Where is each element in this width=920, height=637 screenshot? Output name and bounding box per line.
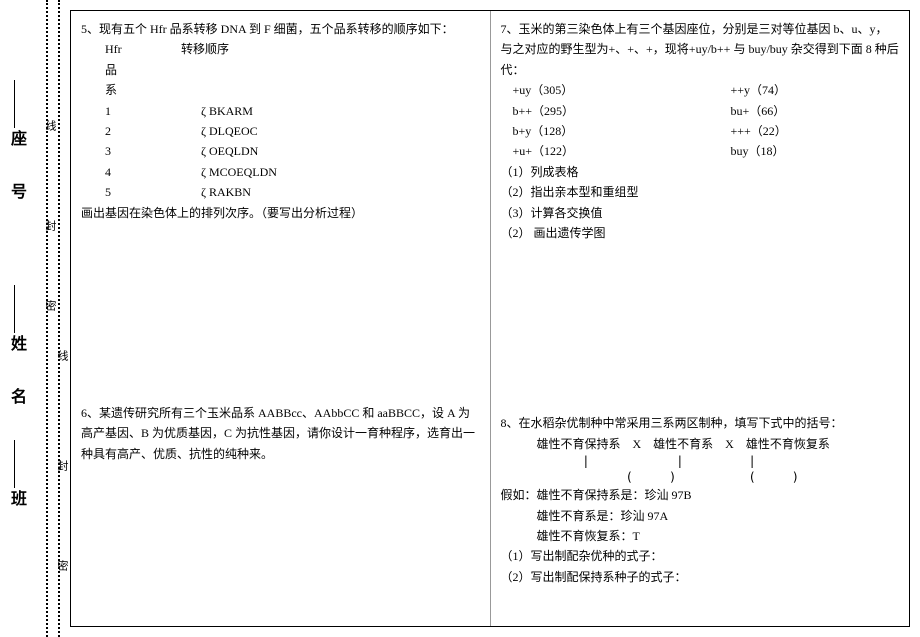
right-column: 7、玉米的第三染色体上有三个基因座位，分别是三对等位基因 b、u、y，与之对应的… [491,11,910,626]
q5-row-n: 4 [81,162,121,182]
q8-line1: 雄性不育保持系 X 雄性不育系 X 雄性不育恢复系 [501,434,900,454]
seal-text: 密 [54,560,70,571]
seal-text: 封 [54,460,70,471]
q6-text: 6、某遗传研究所有三个玉米品系 AABBcc、AAbbCC 和 aaBBCC，设… [81,403,480,464]
label-seat: 座 号 [4,130,28,209]
left-column: 5、现有五个 Hfr 品系转移 DNA 到 F 细菌，五个品系转移的顺序如下： … [71,11,490,626]
q7-title: 7、玉米的第三染色体上有三个基因座位，分别是三对等位基因 b、u、y，与之对应的… [501,19,900,80]
q5-row-seq: ζ BKARM [201,101,253,121]
q8-title: 8、在水稻杂优制种中常采用三系两区制种，填写下式中的括号： [501,413,900,433]
q7-data: ++y（74） [731,80,851,100]
q5-row-seq: ζ DLQEOC [201,121,258,141]
q5-title: 5、现有五个 Hfr 品系转移 DNA 到 F 细菌，五个品系转移的顺序如下： [81,19,480,39]
dotted-line-2 [58,0,60,637]
q7-item: （2） 画出遗传学图 [501,223,900,243]
q7-item: （1）列成表格 [501,162,900,182]
binding-strip: 座 号 姓 名 班 线 封 密 线 封 密 [0,0,70,637]
q5-row-seq: ζ MCOEQLDN [201,162,277,182]
q7-item: （2）指出亲本型和重组型 [501,182,900,202]
q8-a3: 雄性不育恢复系：T [501,526,900,546]
q7-data: b++（295） [501,101,621,121]
seal-text: 密 [42,300,58,311]
seal-text: 线 [54,350,70,361]
q8-a2: 雄性不育系是：珍汕 97A [501,506,900,526]
q7-data: +++（22） [731,121,851,141]
underline-seat [14,80,15,128]
q7-data: +uy（305） [501,80,621,100]
q5-header-a: Hfr 品系 [81,39,121,100]
q7-data: +u+（122） [501,141,621,161]
q7-data: buy（18） [731,141,851,161]
underline-class [14,440,15,488]
label-class: 班 [4,490,28,516]
seal-text: 封 [42,220,58,231]
q7-item: （3）计算各交换值 [501,203,900,223]
q5-header-b: 转移顺序 [181,39,229,100]
seal-text: 线 [42,120,58,131]
q7-data: bu+（66） [731,101,851,121]
q5-tail: 画出基因在染色体上的排列次序。（要写出分析过程） [81,203,480,223]
q5-row-n: 1 [81,101,121,121]
q8-assume: 假如：雄性不育保持系是：珍汕 97B [501,485,900,505]
q8-diagram: | | | ( ) ( ) [501,454,900,485]
q5-row-n: 5 [81,182,121,202]
q8-p1: （1）写出制配杂优种的式子： [501,546,900,566]
q5-row-n: 2 [81,121,121,141]
q5-row-seq: ζ OEQLDN [201,141,258,161]
underline-name [14,285,15,333]
dotted-line-1 [46,0,48,637]
q7-data: b+y（128） [501,121,621,141]
q5-row-seq: ζ RAKBN [201,182,251,202]
q8-p2: （2）写出制配保持系种子的式子： [501,567,900,587]
page-frame: 5、现有五个 Hfr 品系转移 DNA 到 F 细菌，五个品系转移的顺序如下： … [70,10,910,627]
label-name: 姓 名 [4,335,28,414]
q5-row-n: 3 [81,141,121,161]
